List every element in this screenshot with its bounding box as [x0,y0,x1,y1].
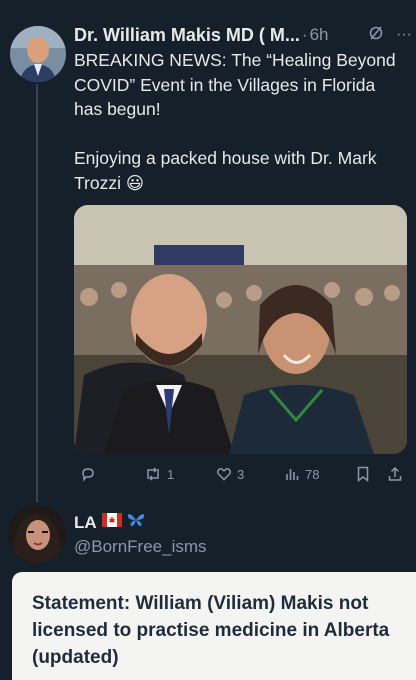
reply-author-name[interactable]: LA [74,513,97,533]
author-avatar[interactable] [10,26,66,82]
article-title: Statement: William (Viliam) Makis not li… [32,593,390,668]
reply-author-avatar[interactable] [8,505,66,563]
tweet-header: Dr. William Makis MD ( M... · 6h ··· [74,22,412,48]
reply-author-handle[interactable]: @BornFree_isms [74,537,207,557]
article-card[interactable]: Statement: William (Viliam) Makis not li… [12,572,416,680]
like-button[interactable]: 3 [216,466,244,482]
author-name[interactable]: Dr. William Makis MD ( M... [74,25,300,46]
retweet-count: 1 [167,466,175,482]
event-selfie-photo [74,205,407,454]
tweet-time[interactable]: 6h [310,25,329,45]
heart-icon [216,468,232,481]
tweet-actions: 1 3 78 [74,462,412,486]
share-icon [388,466,402,481]
views-button[interactable]: 78 [284,466,319,482]
tweet-text: BREAKING NEWS: The “Healing Beyond COVID… [74,50,396,193]
retweet-icon [147,467,159,481]
views-icon [286,469,299,480]
butterfly-icon [127,512,145,533]
reply-icon [82,468,94,482]
canada-flag-icon [101,513,122,532]
avatar-image [8,505,66,563]
grok-icon[interactable] [368,25,384,46]
separator-dot: · [301,25,308,44]
retweet-button[interactable]: 1 [144,466,174,482]
bookmark-icon [357,466,369,482]
thread-line [36,84,38,502]
share-button[interactable] [387,466,403,482]
reply-author-row: LA [74,512,145,533]
tweet-photo[interactable] [74,205,407,454]
bookmark-button[interactable] [356,466,370,482]
like-count: 3 [237,466,245,482]
reply-button[interactable] [80,466,101,482]
more-options-button[interactable]: ··· [396,26,412,44]
avatar-image [10,26,66,82]
views-count: 78 [305,466,320,482]
